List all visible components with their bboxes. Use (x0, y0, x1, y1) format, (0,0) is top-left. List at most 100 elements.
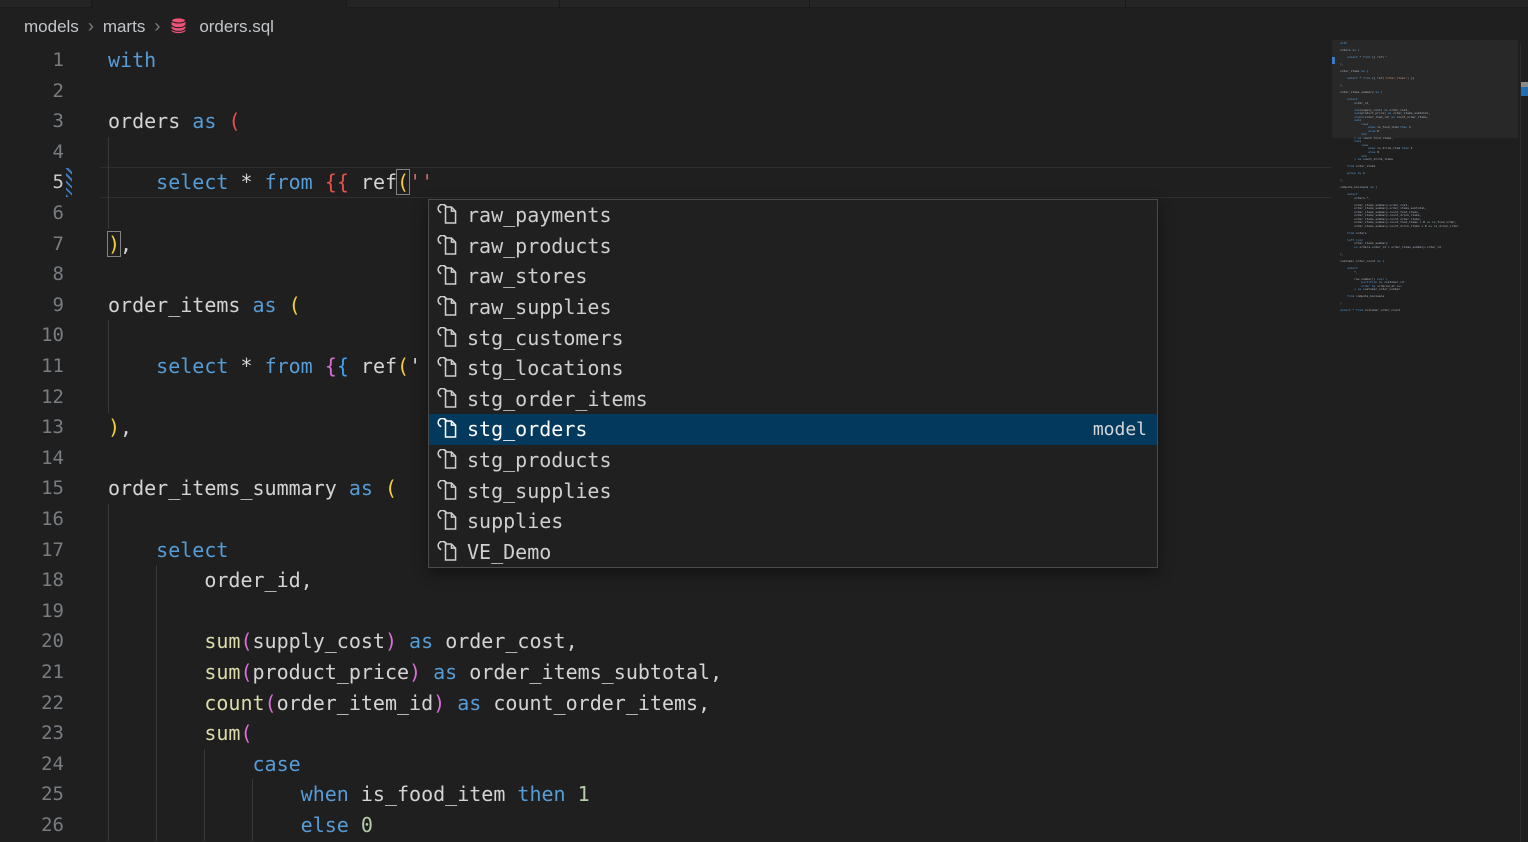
line-number: 8 (0, 259, 64, 290)
line-number: 23 (0, 718, 64, 749)
token: * (240, 170, 252, 194)
suggest-item-label: stg_products (467, 448, 1147, 472)
modified-line-marker-icon (66, 168, 72, 197)
suggest-item-stg_customers[interactable]: stg_customers (429, 322, 1157, 353)
token: ) (433, 691, 445, 715)
token: ref (361, 170, 397, 194)
suggest-item-label: raw_supplies (467, 295, 1147, 319)
line-number: 10 (0, 320, 64, 351)
token: count (204, 691, 264, 715)
token: else (301, 813, 349, 837)
code-text: ), (108, 229, 132, 260)
token (253, 354, 265, 378)
token: ) (108, 415, 120, 439)
line-number: 1 (0, 45, 64, 76)
code-line[interactable]: 5 select * from {{ ref('' (0, 167, 1332, 198)
token (433, 629, 445, 653)
snippet-icon (437, 357, 459, 379)
suggest-item-raw_stores[interactable]: raw_stores (429, 261, 1157, 292)
suggest-item-stg_orders[interactable]: stg_ordersmodel (429, 414, 1157, 445)
suggest-item-label: stg_customers (467, 326, 1147, 350)
code-line[interactable]: 4 (0, 137, 1332, 168)
suggest-widget: raw_paymentsraw_productsraw_stores raw_su… (428, 199, 1158, 568)
minimap[interactable]: with orders as ( select * from {{ ref(''… (1332, 42, 1518, 342)
indent-guide (108, 382, 109, 413)
suggest-item-stg_supplies[interactable]: stg_supplies (429, 475, 1157, 506)
indent-guide (108, 504, 109, 535)
code-text: count(order_item_id) as count_order_item… (108, 688, 710, 719)
token (373, 476, 385, 500)
token (337, 476, 349, 500)
token (349, 813, 361, 837)
token: ref (361, 354, 397, 378)
snippet-icon (437, 480, 459, 502)
token: as (433, 660, 457, 684)
snippet-icon (437, 510, 459, 532)
token (108, 782, 301, 806)
token (445, 691, 457, 715)
code-line[interactable]: 3orders as ( (0, 106, 1332, 137)
suggest-item-supplies[interactable]: supplies (429, 506, 1157, 537)
token: from (265, 170, 313, 194)
token: ( (397, 170, 409, 194)
token: sum (204, 629, 240, 653)
token: count_order_items, (493, 691, 710, 715)
code-text: select * from {{ ref(' (108, 351, 421, 382)
code-line[interactable]: 2 (0, 76, 1332, 107)
suggest-item-label: stg_order_items (467, 387, 1147, 411)
line-number: 7 (0, 229, 64, 260)
code-line[interactable]: 18 order_id, (0, 565, 1332, 596)
suggest-item-stg_order_items[interactable]: stg_order_items (429, 384, 1157, 415)
snippet-icon (437, 265, 459, 287)
token: {{ (325, 170, 349, 194)
suggest-item-stg_locations[interactable]: stg_locations (429, 353, 1157, 384)
token (349, 354, 361, 378)
snippet-icon (437, 296, 459, 318)
token (108, 660, 204, 684)
token: order_item_id (277, 691, 434, 715)
code-text: sum( (108, 718, 253, 749)
suggest-item-VE_Demo[interactable]: VE_Demo (429, 537, 1157, 568)
suggest-item-stg_products[interactable]: stg_products (429, 445, 1157, 476)
line-number: 13 (0, 412, 64, 443)
line-number: 9 (0, 290, 64, 321)
token: ) (385, 629, 397, 653)
code-line[interactable]: 24 case (0, 749, 1332, 780)
token (228, 354, 240, 378)
token (421, 660, 433, 684)
suggest-item-raw_payments[interactable]: raw_payments (429, 200, 1157, 231)
code-text: orders as ( (108, 106, 240, 137)
token: ( (385, 476, 397, 500)
token: order_items_subtotal, (469, 660, 722, 684)
suggest-item-raw_products[interactable]: raw_products (429, 231, 1157, 262)
suggest-item-raw_supplies[interactable]: raw_supplies (429, 292, 1157, 323)
token: { (337, 354, 349, 378)
token (481, 691, 493, 715)
line-number: 24 (0, 749, 64, 780)
code-line[interactable]: 26 else 0 (0, 810, 1332, 841)
token: , (120, 415, 132, 439)
code-line[interactable]: 19 (0, 596, 1332, 627)
code-text: ), (108, 412, 132, 443)
line-number: 11 (0, 351, 64, 382)
code-line[interactable]: 21 sum(product_price) as order_items_sub… (0, 657, 1332, 688)
overview-ruler (1520, 44, 1521, 842)
token: case (253, 752, 301, 776)
code-line[interactable]: 25 when is_food_item then 1 (0, 779, 1332, 810)
suggest-item-label: stg_orders (467, 417, 1093, 441)
token: as (457, 691, 481, 715)
token: ( (228, 109, 240, 133)
line-number: 12 (0, 382, 64, 413)
code-line[interactable]: 20 sum(supply_cost) as order_cost, (0, 626, 1332, 657)
line-number: 20 (0, 626, 64, 657)
code-text: order_id, (108, 565, 313, 596)
line-number: 17 (0, 535, 64, 566)
indent-guide (108, 320, 109, 351)
token: * (240, 354, 252, 378)
code-line[interactable]: 1with (0, 45, 1332, 76)
minimap-content: with orders as ( select * from {{ ref(''… (1332, 42, 1518, 313)
token (253, 170, 265, 194)
code-line[interactable]: 23 sum( (0, 718, 1332, 749)
code-line[interactable]: 22 count(order_item_id) as count_order_i… (0, 688, 1332, 719)
overview-ruler-modified-mark (1521, 87, 1528, 96)
